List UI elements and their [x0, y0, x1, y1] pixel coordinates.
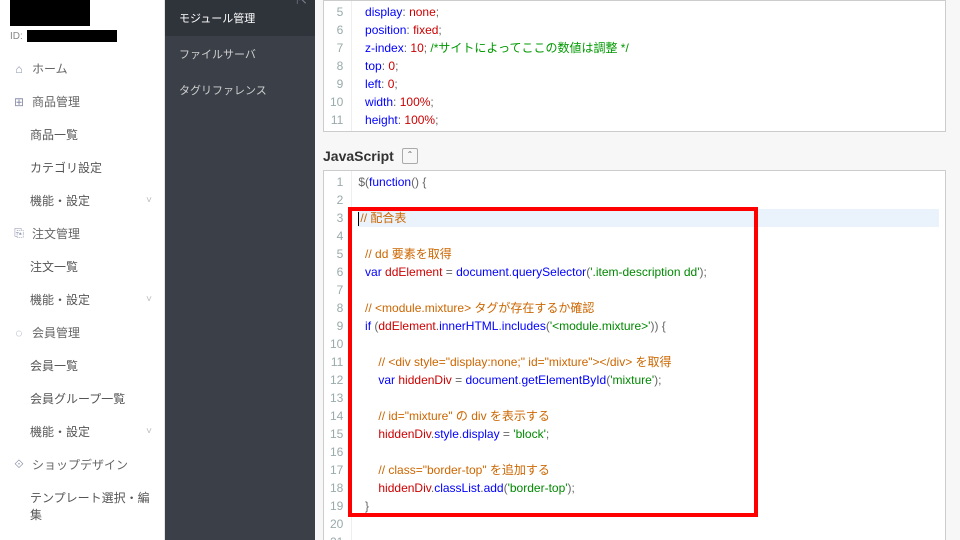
nav-item[interactable]: 会員グループ一覧 — [0, 382, 164, 415]
middle-nav: ⇱ モジュール管理ファイルサーバタグリファレンス — [165, 0, 315, 540]
nav-section[interactable]: ⟐ショップデザイン — [0, 448, 164, 481]
midnav-item[interactable]: タグリファレンス — [165, 72, 315, 108]
midnav-item[interactable]: モジュール管理 — [165, 0, 315, 36]
nav-item[interactable]: 注文一覧 — [0, 250, 164, 283]
main-content: 567891011 display: none; position: fixed… — [315, 0, 960, 540]
nav-expand[interactable]: 機能・設定˅ — [0, 184, 164, 217]
js-code-block[interactable]: 123456789101112131415161718192021222324$… — [323, 170, 946, 540]
nav-item[interactable]: お知らせの管理 — [0, 531, 164, 540]
chevron-down-icon: ˅ — [146, 426, 152, 437]
collapse-toggle-icon[interactable]: ˆ — [402, 148, 418, 164]
nav-expand[interactable]: 機能・設定˅ — [0, 283, 164, 316]
collapse-icon[interactable]: ⇱ — [296, 0, 307, 8]
avatar — [10, 0, 90, 26]
id-value-redacted — [27, 30, 117, 42]
midnav-item[interactable]: ファイルサーバ — [165, 36, 315, 72]
id-label: ID: — [10, 31, 23, 42]
section-icon: ⊞ — [12, 95, 26, 109]
css-code-block[interactable]: 567891011 display: none; position: fixed… — [323, 0, 946, 132]
home-icon: ⌂ — [12, 62, 26, 76]
js-heading: JavaScript — [323, 148, 394, 164]
nav-section[interactable]: ⊞商品管理 — [0, 85, 164, 118]
chevron-down-icon: ˅ — [146, 294, 152, 305]
section-icon: ⎘ — [12, 227, 26, 241]
nav-item[interactable]: 商品一覧 — [0, 118, 164, 151]
nav-item[interactable]: テンプレート選択・編集 — [0, 481, 164, 531]
nav-item[interactable]: 会員一覧 — [0, 349, 164, 382]
nav-section[interactable]: ⎘注文管理 — [0, 217, 164, 250]
nav-section[interactable]: ◌会員管理 — [0, 316, 164, 349]
chevron-down-icon: ˅ — [146, 195, 152, 206]
section-icon: ⟐ — [12, 458, 26, 472]
nav-home[interactable]: ⌂ホーム — [0, 52, 164, 85]
nav-item[interactable]: カテゴリ設定 — [0, 151, 164, 184]
section-icon: ◌ — [12, 326, 26, 340]
left-sidebar: ID: ⌂ホーム⊞商品管理商品一覧カテゴリ設定機能・設定˅⎘注文管理注文一覧機能… — [0, 0, 165, 540]
nav-expand[interactable]: 機能・設定˅ — [0, 415, 164, 448]
